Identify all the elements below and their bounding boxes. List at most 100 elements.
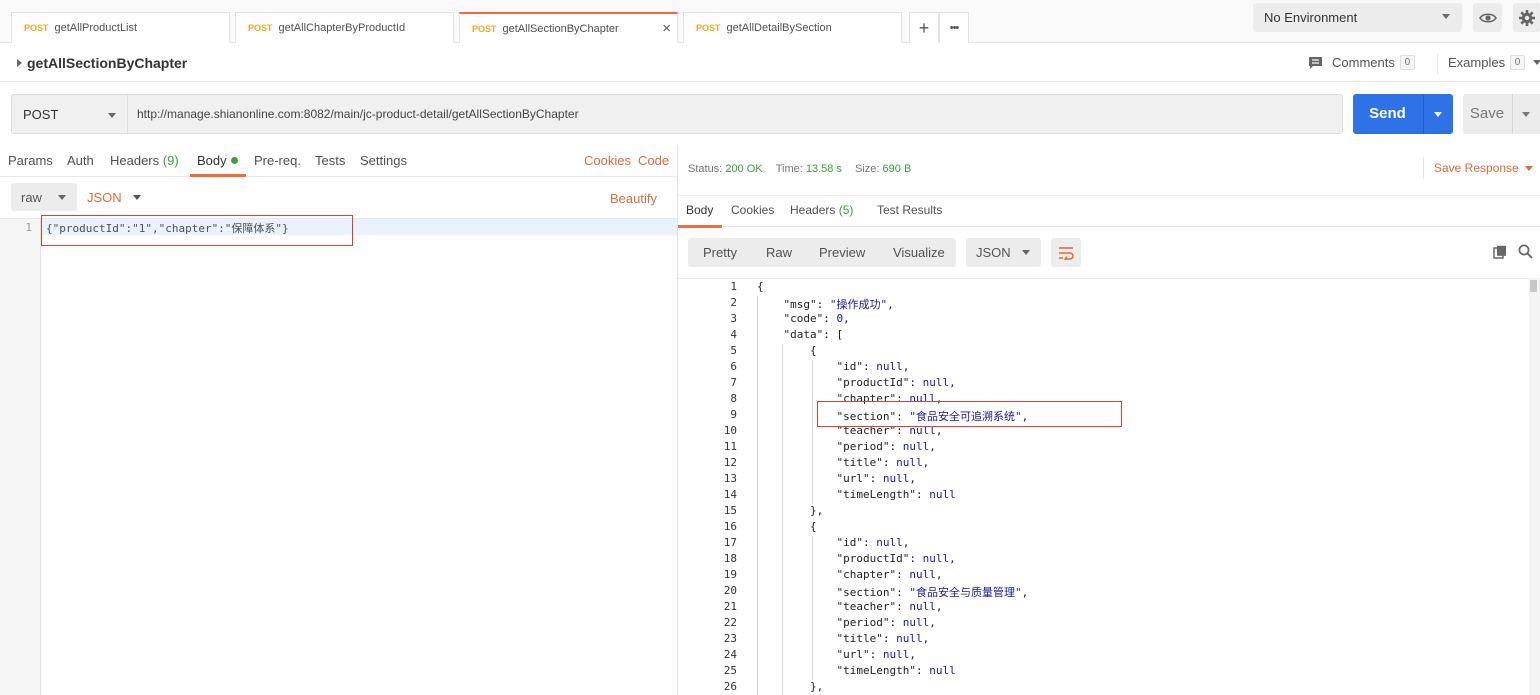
line-number: 24 (723, 648, 737, 661)
tab-settings[interactable]: Settings (360, 153, 407, 168)
response-scrollbar[interactable] (1529, 278, 1540, 695)
code-token: , (922, 456, 930, 469)
line-number: 4 (730, 328, 737, 341)
active-tab-indicator (190, 174, 246, 177)
tab-response-headers[interactable]: Headers (5) (790, 203, 853, 217)
comments-count: 0 (1399, 55, 1415, 70)
code-token: , (949, 552, 956, 565)
url-input[interactable]: http://manage.shianonline.com:8082/main/… (127, 94, 1343, 134)
copy-icon[interactable] (1493, 245, 1507, 259)
response-format-select[interactable]: JSON (966, 238, 1041, 267)
request-tab-active[interactable]: POST getAllSectionByChapter × (459, 12, 678, 43)
indent-guide (757, 296, 758, 695)
size-value[interactable]: 690 B (883, 163, 912, 175)
cookies-link[interactable]: Cookies (584, 153, 631, 168)
code-token: : (889, 440, 903, 453)
headers-count: (5) (838, 203, 854, 217)
view-raw[interactable]: Raw (766, 245, 792, 260)
eye-icon (1478, 12, 1497, 23)
beautify-link[interactable]: Beautify (610, 191, 657, 206)
examples-button[interactable]: Examples 0 (1448, 55, 1540, 70)
code-line: 4 "data": [ (678, 328, 1528, 344)
environment-select[interactable]: No Environment (1253, 3, 1462, 32)
comments-button[interactable]: Comments 0 (1308, 55, 1415, 70)
view-preview[interactable]: Preview (819, 245, 865, 260)
save-response-label: Save Response (1434, 161, 1519, 175)
scrollbar-thumb[interactable] (1530, 280, 1537, 292)
code-token: , (935, 568, 943, 581)
request-tab[interactable]: POST getAllProductList (11, 12, 230, 43)
chevron-down-icon (1524, 166, 1533, 171)
code-token: "productId" (757, 376, 910, 389)
send-button[interactable]: Send (1353, 94, 1453, 134)
code-line: 25 "timeLength": null (678, 664, 1528, 680)
request-body-editor[interactable]: 1 {"productId":"1","chapter":"保障体系"} (0, 218, 677, 695)
environment-quick-look-button[interactable] (1473, 3, 1502, 32)
body-format-label: JSON (87, 189, 122, 205)
tab-test-results[interactable]: Test Results (877, 203, 942, 217)
save-response-button[interactable]: Save Response (1434, 161, 1533, 175)
body-mode-select[interactable]: raw (11, 183, 77, 211)
code-token: , (929, 440, 936, 453)
new-tab-button[interactable]: + (909, 12, 939, 43)
code-token: , (949, 376, 956, 389)
tab-response-body[interactable]: Body (686, 203, 713, 217)
response-body-viewer[interactable]: 1{2 "msg": "操作成功", 3 "code": 0, 4 "data": … (678, 278, 1540, 695)
tab-response-cookies[interactable]: Cookies (731, 203, 774, 217)
code-line: 12 "title": null, (678, 456, 1528, 472)
wrap-lines-button[interactable] (1051, 238, 1081, 267)
save-button[interactable]: Save (1463, 94, 1540, 134)
code-token: : (862, 360, 877, 373)
code-token: "msg" (757, 298, 817, 311)
line-number: 20 (723, 584, 737, 597)
line-gutter: 1 (0, 219, 41, 695)
code-line: 15 }, (678, 504, 1528, 520)
code-token: , (902, 360, 910, 373)
line-number: 12 (723, 456, 737, 469)
divider (1437, 54, 1438, 74)
request-tab[interactable]: POST getAllChapterByProductId (235, 12, 454, 43)
code-text: "url": null, (757, 472, 916, 485)
tab-prerequest[interactable]: Pre-req. (254, 153, 301, 168)
tab-tests[interactable]: Tests (315, 153, 345, 168)
request-header: getAllSectionByChapter Comments 0 Exampl… (0, 44, 1540, 82)
line-number: 1 (25, 221, 32, 234)
divider (1512, 94, 1513, 134)
code-link[interactable]: Code (638, 153, 669, 168)
method-select[interactable]: POST (11, 94, 127, 134)
search-icon[interactable] (1518, 244, 1533, 259)
request-name[interactable]: getAllSectionByChapter (27, 55, 187, 71)
close-tab-icon[interactable]: × (662, 20, 671, 37)
tab-options-button[interactable]: ••• (939, 12, 969, 43)
code-line: 26 }, (678, 680, 1528, 695)
save-options-chevron-icon[interactable] (1522, 112, 1530, 117)
indent-guide (812, 360, 813, 504)
code-text: "data": [ (757, 328, 843, 341)
line-number: 9 (730, 408, 737, 421)
manage-environments-button[interactable] (1513, 3, 1540, 32)
tab-body[interactable]: Body (197, 153, 238, 168)
view-pretty[interactable]: Pretty (703, 245, 737, 260)
status-value[interactable]: 200 OK (725, 163, 762, 175)
view-visualize[interactable]: Visualize (893, 245, 945, 260)
code-token: "url" (757, 472, 870, 485)
tab-params[interactable]: Params (8, 153, 53, 168)
tab-method-label: POST (248, 23, 273, 33)
tab-method-label: POST (24, 23, 49, 33)
line-number: 17 (723, 536, 737, 549)
tab-auth[interactable]: Auth (67, 153, 94, 168)
caret-right-icon[interactable] (17, 59, 22, 67)
send-label: Send (1369, 105, 1406, 122)
code-token: : (869, 472, 883, 485)
line-number: 5 (730, 344, 737, 357)
size-label: Size: (855, 163, 880, 175)
request-tab[interactable]: POST getAllDetailBySection (683, 12, 902, 43)
tab-name: getAllProductList (54, 22, 138, 34)
time-value[interactable]: 13.58 s (806, 163, 842, 175)
code-token: : (882, 632, 897, 645)
send-options-chevron-icon[interactable] (1434, 112, 1442, 117)
chevron-down-icon (133, 195, 141, 200)
tab-headers[interactable]: Headers (9) (110, 153, 179, 168)
code-token: null (896, 632, 923, 645)
body-format-select[interactable]: JSON (87, 183, 141, 211)
